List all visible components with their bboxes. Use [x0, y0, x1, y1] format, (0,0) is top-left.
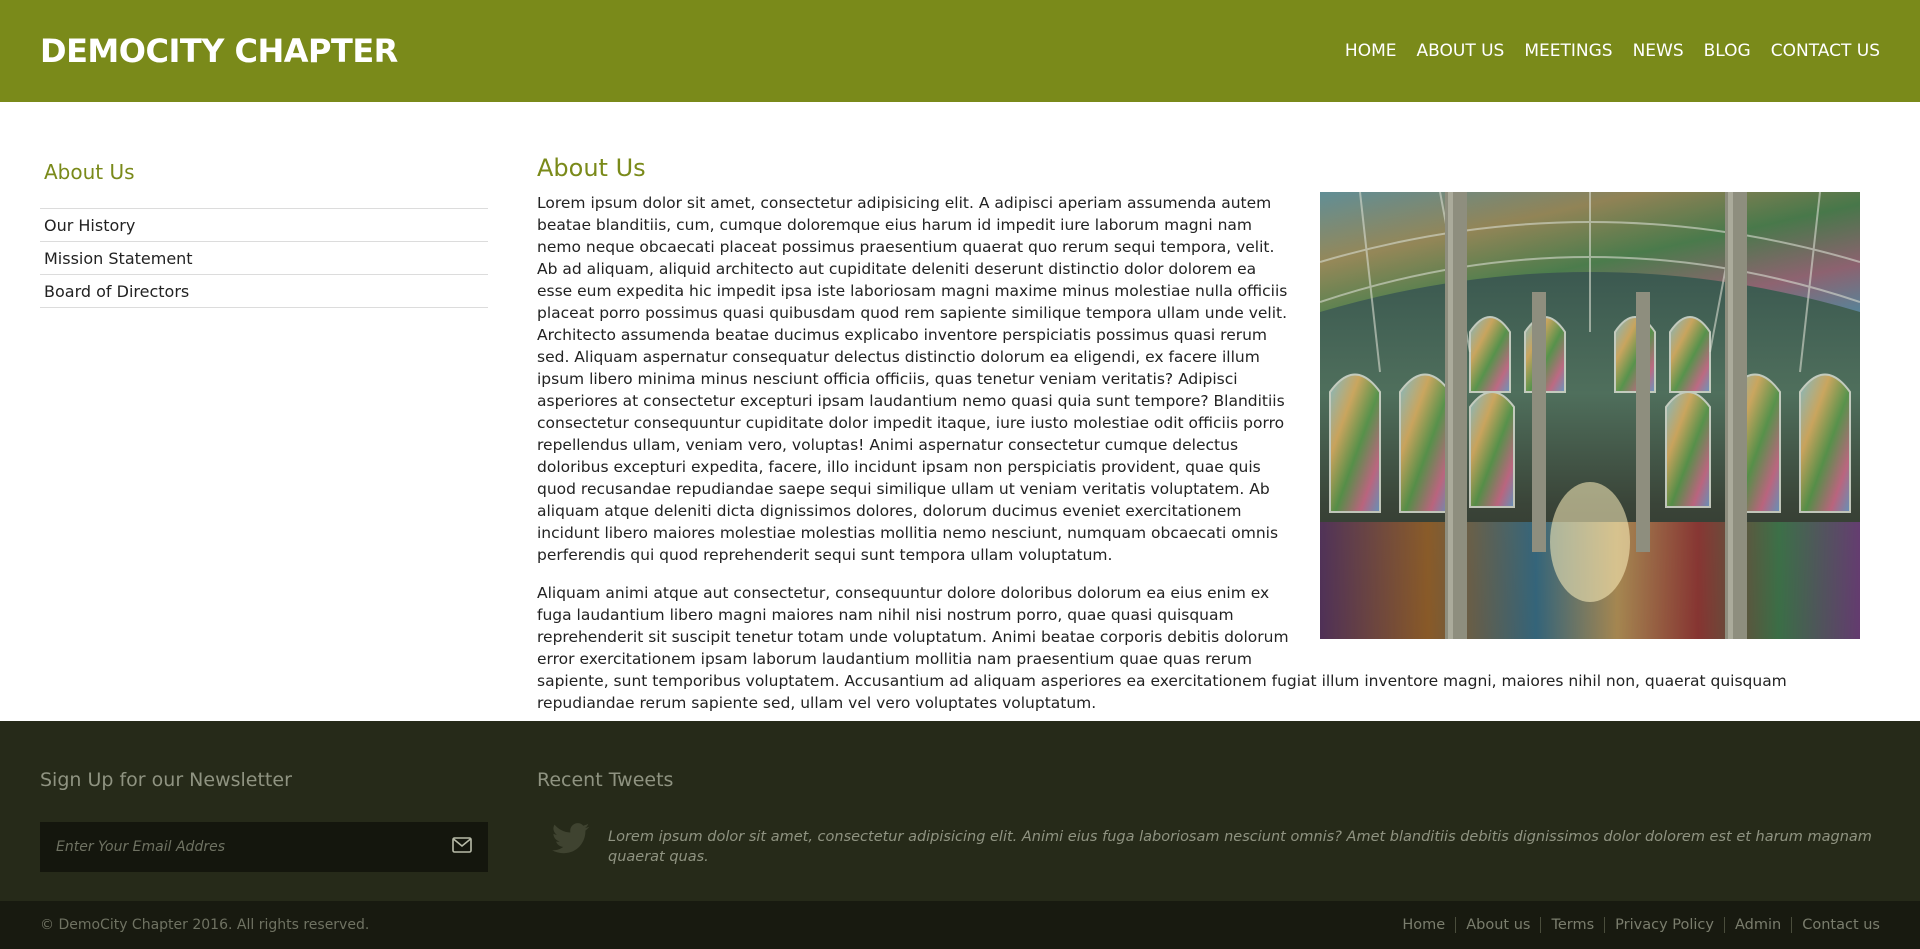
site-logo-text[interactable]: DEMOCITY CHAPTER: [40, 32, 398, 70]
envelope-icon[interactable]: [452, 837, 472, 857]
footer-link-about-us[interactable]: About us: [1455, 917, 1540, 933]
sidebar-title: About Us: [44, 160, 135, 184]
nav-about-us[interactable]: ABOUT US: [1417, 41, 1505, 61]
sidebar: About Us Our History Mission Statement B…: [40, 160, 488, 308]
footer-link-terms[interactable]: Terms: [1540, 917, 1604, 933]
site-footer: Sign Up for our Newsletter Recent Tweets…: [0, 721, 1920, 901]
tweet-item: Lorem ipsum dolor sit amet, consectetur …: [551, 822, 1902, 867]
copyright-text: © DemoCity Chapter 2016. All rights rese…: [40, 917, 370, 933]
crystal-palace-photo: [1320, 192, 1860, 639]
content: About Us Lorem ipsum dolor sit amet, con…: [537, 154, 1860, 730]
nav-meetings[interactable]: MEETINGS: [1524, 41, 1612, 61]
recent-tweets-title: Recent Tweets: [537, 769, 674, 791]
footer-link-contact-us[interactable]: Contact us: [1791, 917, 1880, 933]
footer-links: Home About us Terms Privacy Policy Admin…: [1392, 917, 1880, 933]
site-header: DEMOCITY CHAPTER HOME ABOUT US MEETINGS …: [0, 0, 1920, 102]
nav-news[interactable]: NEWS: [1633, 41, 1684, 61]
tweet-text: Lorem ipsum dolor sit amet, consectetur …: [608, 829, 1872, 865]
nav-home[interactable]: HOME: [1345, 41, 1397, 61]
main-area: About Us Our History Mission Statement B…: [0, 102, 1920, 721]
nav-blog[interactable]: BLOG: [1704, 41, 1751, 61]
sidebar-menu: Our History Mission Statement Board of D…: [40, 208, 488, 308]
nav-contact-us[interactable]: CONTACT US: [1771, 41, 1880, 61]
sidebar-item-board-of-directors[interactable]: Board of Directors: [40, 275, 488, 308]
sidebar-item-our-history[interactable]: Our History: [40, 209, 488, 242]
footer-link-home[interactable]: Home: [1392, 917, 1455, 933]
footer-link-admin[interactable]: Admin: [1724, 917, 1791, 933]
newsletter-email-input[interactable]: [56, 839, 416, 855]
twitter-bird-icon: [551, 822, 590, 860]
footer-link-privacy-policy[interactable]: Privacy Policy: [1604, 917, 1724, 933]
newsletter-title: Sign Up for our Newsletter: [40, 769, 292, 791]
photo-image: [1320, 192, 1860, 639]
main-nav: HOME ABOUT US MEETINGS NEWS BLOG CONTACT…: [1345, 41, 1880, 61]
page-title: About Us: [537, 154, 646, 182]
newsletter-form: [40, 822, 488, 872]
footer-bottom-bar: © DemoCity Chapter 2016. All rights rese…: [0, 901, 1920, 949]
sidebar-item-mission-statement[interactable]: Mission Statement: [40, 242, 488, 275]
